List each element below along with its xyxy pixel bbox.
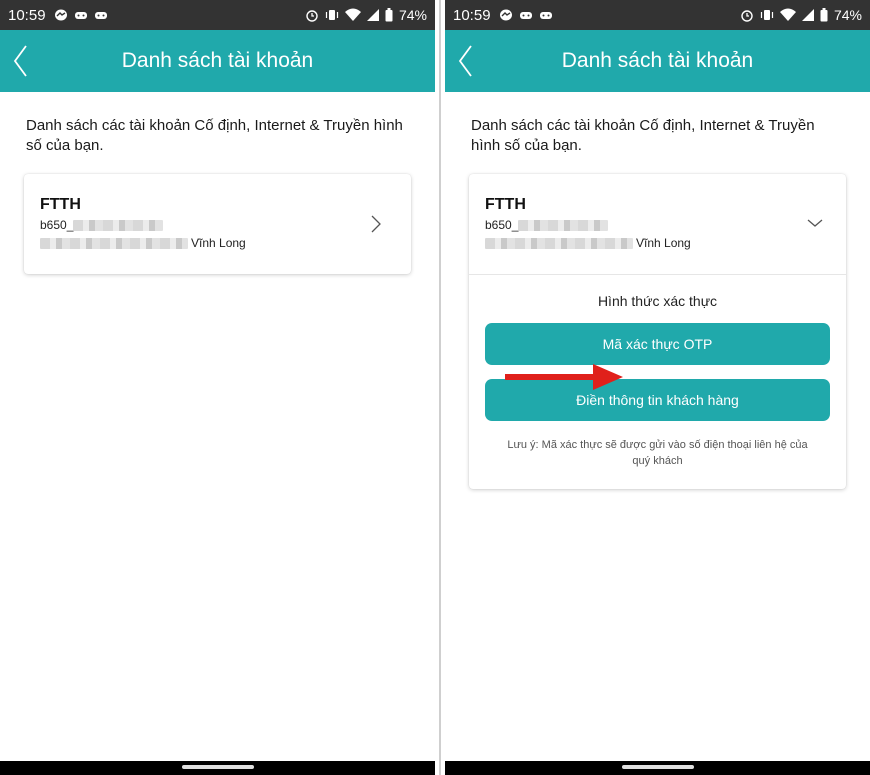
game-icon (539, 12, 552, 19)
page-title: Danh sách tài khoản (561, 49, 754, 72)
wifi-icon (779, 8, 796, 21)
screen-divider (435, 0, 445, 775)
status-bar: 10:59 74% (0, 0, 435, 30)
account-list-description: Danh sách các tài khoản Cố định, Interne… (471, 117, 815, 154)
game-icon (94, 12, 107, 19)
home-gesture-handle[interactable] (621, 765, 694, 769)
otp-note: Lưu ý: Mã xác thực sẽ được gửi vào số đi… (507, 439, 808, 467)
account-card-header[interactable]: FTTH b650_ Vĩnh Long (469, 174, 846, 274)
account-address-row: Vĩnh Long (40, 236, 395, 250)
red-arrow-icon (505, 364, 623, 390)
app-header: Danh sách tài khoản (0, 30, 435, 92)
status-bar: 10:59 74% (445, 0, 870, 30)
alarm-icon (741, 10, 753, 22)
redacted-address (485, 237, 633, 249)
redacted-account-id (518, 219, 609, 231)
game-icon (74, 12, 87, 19)
wifi-icon (344, 8, 361, 21)
battery-percent: 74% (833, 7, 862, 23)
main-content: Danh sách các tài khoản Cố định, Interne… (0, 116, 435, 274)
auth-method-title: Hình thức xác thực (597, 293, 718, 309)
account-id-row: b650_ (485, 218, 830, 232)
account-id-row: b650_ (40, 218, 395, 232)
screen-left: 10:59 74% Danh sách tài khoản Danh sách … (0, 0, 435, 775)
account-card-header[interactable]: FTTH b650_ Vĩnh Long (24, 174, 411, 274)
chevron-down-icon[interactable] (806, 218, 824, 228)
screen-right: 10:59 74% Danh sách tài khoản Danh sách … (445, 0, 870, 775)
battery-percent: 74% (398, 7, 427, 23)
main-content: Danh sách các tài khoản Cố định, Interne… (445, 116, 870, 489)
back-icon[interactable] (10, 42, 34, 80)
status-time: 10:59 (8, 6, 46, 24)
battery-icon (385, 8, 393, 22)
game-icon (519, 12, 532, 19)
redacted-account-id (73, 219, 164, 231)
vibrate-icon (325, 10, 339, 20)
chevron-right-icon[interactable] (369, 214, 383, 234)
account-address-row: Vĩnh Long (485, 236, 830, 250)
battery-icon (820, 8, 828, 22)
status-time: 10:59 (453, 6, 491, 24)
messenger-icon (499, 9, 512, 21)
otp-button[interactable]: Mã xác thực OTP (485, 323, 830, 365)
account-type: FTTH (485, 196, 526, 213)
redacted-address (40, 237, 188, 249)
account-location: Vĩnh Long (191, 236, 246, 250)
back-icon[interactable] (455, 42, 479, 80)
account-list-description: Danh sách các tài khoản Cố định, Interne… (26, 117, 403, 154)
alarm-icon (306, 10, 318, 22)
account-id-prefix: b650_ (485, 218, 519, 232)
home-gesture-handle[interactable] (181, 765, 254, 769)
signal-icon (801, 9, 814, 21)
signal-icon (366, 9, 379, 21)
system-nav-bar (0, 761, 435, 775)
page-title: Danh sách tài khoản (121, 49, 314, 72)
account-card[interactable]: FTTH b650_ Vĩnh Long (24, 174, 411, 274)
account-card-expanded: FTTH b650_ Vĩnh Long Hình thức xác thực … (469, 174, 846, 489)
messenger-icon (54, 9, 67, 21)
app-header: Danh sách tài khoản (445, 30, 870, 92)
account-location: Vĩnh Long (636, 236, 691, 250)
system-nav-bar (445, 761, 870, 775)
account-type: FTTH (40, 196, 81, 213)
account-id-prefix: b650_ (40, 218, 74, 232)
vibrate-icon (760, 10, 774, 20)
